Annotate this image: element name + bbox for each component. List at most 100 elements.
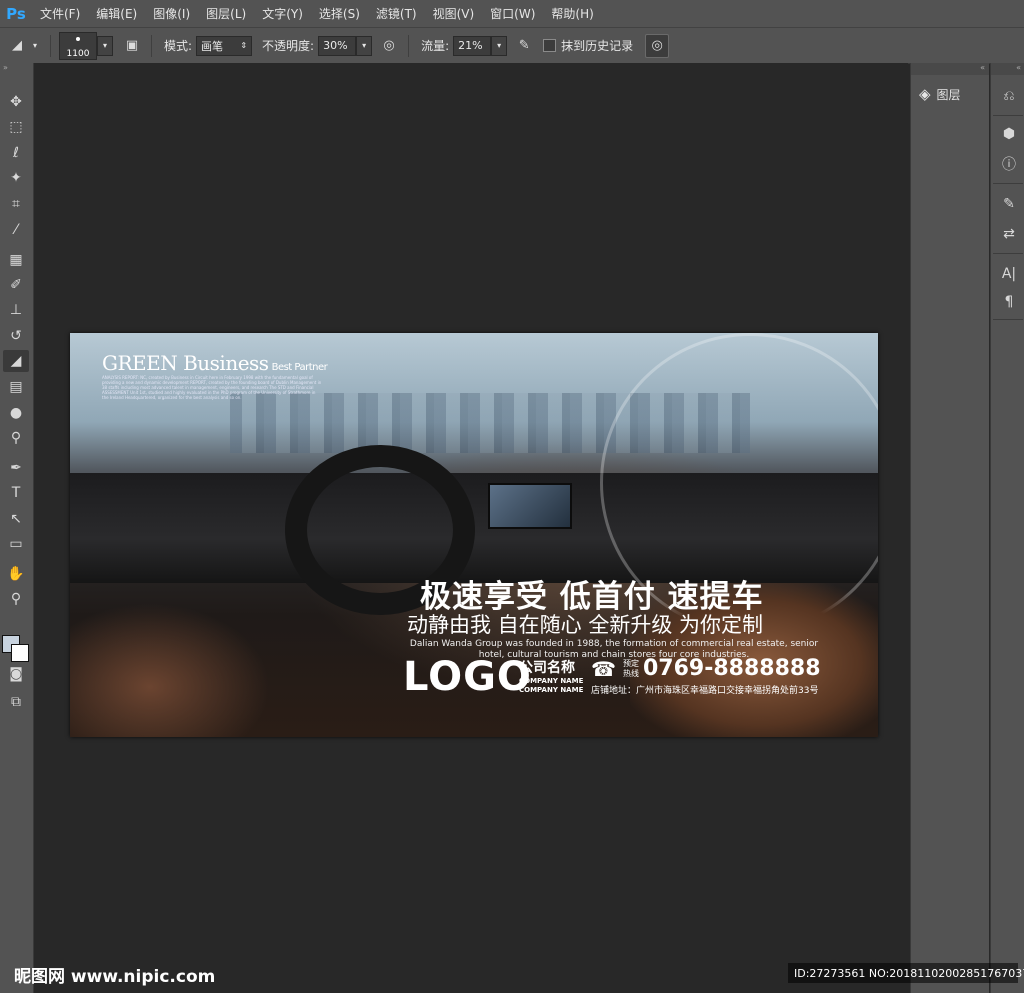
watermark-id: ID:27273561 NO:20181102002851767037 [788,963,1024,983]
menu-help[interactable]: 帮助(H) [543,5,601,22]
blur-tool-icon[interactable]: ● [3,402,29,424]
options-bar: ◢ ▾ 1100 ▾ ▣ 模式: 画笔 ⇕ 不透明度: 30% ▾ ◎ 流量: 2… [0,27,1024,64]
divider [151,34,152,57]
logo-text: LOGO [403,654,532,700]
hand-tool-icon[interactable]: ✋ [3,563,29,585]
divider [993,183,1023,184]
erase-to-history-label: 抹到历史记录 [561,39,634,53]
rectangle-tool-icon[interactable]: ▭ [3,533,29,555]
zoom-tool-icon[interactable]: ⚲ [3,588,29,610]
history-brush-tool-icon[interactable]: ↺ [3,325,29,347]
flow-dropdown-icon[interactable]: ▾ [491,35,508,56]
company-name: 公司名称 [519,660,575,676]
brand-subtitle: Best Partner [271,362,328,373]
divider [50,34,51,57]
brush-tool-icon[interactable]: ✐ [3,274,29,296]
history-panel-icon[interactable]: ⎌ [998,85,1020,107]
brand-title: GREEN Business Best Partner [102,351,328,375]
divider [993,253,1023,254]
panel-icons-dock: « ⎌ ⬢ ⓘ ✎ ⇄ A| ¶ [990,63,1024,993]
menu-filter[interactable]: 滤镜(T) [368,5,425,22]
path-selection-tool-icon[interactable]: ↖ [3,508,29,530]
company-name-en: COMPANY NAME [519,686,584,694]
brand-body-text: ANALYSIS REPORT: NC, created by Business… [102,375,322,400]
shop-address: 店铺地址：广州市海珠区幸福路口交接幸福拐角处前33号 [591,686,819,696]
pen-tool-icon[interactable]: ✒ [3,457,29,479]
eraser-tool-icon[interactable]: ◢ [3,350,29,372]
brush-size-value: 1100 [66,48,90,59]
menu-type[interactable]: 文字(Y) [254,5,311,22]
layers-tab-label: 图层 [936,87,961,102]
airbrush-icon[interactable]: ✎ [513,35,535,57]
brush-presets-icon[interactable]: ✎ [998,193,1020,215]
background-color-swatch[interactable] [11,644,29,662]
company-name-en: COMPANY NAME [519,677,584,685]
flow-label: 流量: [421,39,450,53]
brush-panel-icon[interactable]: ▣ [121,35,143,57]
collapse-icon[interactable]: » [0,63,33,75]
layers-panel-dock: « ◈ 图层 [910,63,989,993]
dodge-tool-icon[interactable]: ⚲ [3,427,29,449]
menu-view[interactable]: 视图(V) [425,5,483,22]
divider [993,319,1023,320]
adjustments-icon[interactable]: ⇄ [998,223,1020,245]
opacity-label: 不透明度: [262,39,315,53]
collapse-icon[interactable]: « [911,63,989,75]
phone-number: 0769-8888888 [643,656,821,681]
mode-label: 模式: [164,39,193,53]
divider [408,34,410,57]
crop-tool-icon[interactable]: ⌗ [3,193,29,215]
opacity-input[interactable]: 30% [318,35,357,56]
layers-icon: ◈ [919,85,931,103]
paragraph-panel-icon[interactable]: ¶ [998,291,1020,313]
info-panel-icon[interactable]: ⓘ [998,153,1020,175]
subheadline: 动静由我 自在随心 全新升级 为你定制 [407,613,764,637]
collapse-icon[interactable]: « [991,63,1024,75]
properties-panel-icon[interactable]: ⬢ [998,123,1020,145]
menu-image[interactable]: 图像(I) [145,5,198,22]
hotline-line: 热线 [623,669,639,678]
phone-icon: ☎ [591,657,616,681]
menu-window[interactable]: 窗口(W) [482,5,543,22]
move-tool-icon[interactable]: ✥ [3,91,29,113]
eraser-preset-icon[interactable]: ◢ [6,35,28,57]
erase-to-history-checkbox[interactable] [543,39,557,52]
eyedropper-tool-icon[interactable]: ⁄ [3,219,29,241]
lasso-tool-icon[interactable]: ℓ [3,142,29,164]
pressure-size-icon[interactable]: ◎ [645,33,670,58]
quick-mask-icon[interactable]: ◙ [3,663,29,685]
brush-size-preview[interactable]: 1100 [59,31,97,60]
magic-wand-tool-icon[interactable]: ✦ [3,167,29,189]
photoshop-logo: Ps [6,4,26,23]
mode-value: 画笔 [201,39,224,53]
marquee-tool-icon[interactable]: ⬚ [3,116,29,138]
brush-size-dropdown-icon[interactable]: ▾ [97,35,113,56]
divider [993,115,1023,116]
preset-dropdown-icon[interactable]: ▾ [28,37,42,55]
color-swatches[interactable] [2,631,32,665]
menu-select[interactable]: 选择(S) [311,5,368,22]
layers-tab[interactable]: ◈ 图层 [919,85,961,103]
brand-name: GREEN Business [102,351,269,375]
leather-seat-image [70,603,270,737]
tools-panel: » ✥ ⬚ ℓ ✦ ⌗ ⁄ ▦ ✐ ⊥ ↺ ◢ ▤ ● ⚲ ✒ T ↖ ▭ ✋ … [0,63,34,993]
menu-file[interactable]: 文件(F) [32,5,88,22]
type-tool-icon[interactable]: T [3,482,29,504]
character-panel-icon[interactable]: A| [998,263,1020,285]
menu-bar: Ps 文件(F) 编辑(E) 图像(I) 图层(L) 文字(Y) 选择(S) 滤… [0,0,1024,27]
gradient-tool-icon[interactable]: ▤ [3,376,29,398]
menu-layer[interactable]: 图层(L) [198,5,254,22]
menu-edit[interactable]: 编辑(E) [88,5,145,22]
flow-input[interactable]: 21% [453,35,492,56]
hotline-line: 预定 [623,659,639,668]
screen-mode-icon[interactable]: ⧉ [3,691,29,713]
mode-select[interactable]: 画笔 ⇕ [196,35,253,56]
car-display-image [488,483,572,529]
opacity-dropdown-icon[interactable]: ▾ [356,35,373,56]
document-canvas[interactable]: GREEN Business Best Partner ANALYSIS REPO… [70,333,878,737]
pressure-opacity-icon[interactable]: ◎ [378,35,400,57]
watermark-left: 昵图网 www.nipic.com [14,967,216,987]
stepper-icon: ⇕ [240,41,248,50]
clone-stamp-tool-icon[interactable]: ⊥ [3,299,29,321]
healing-brush-tool-icon[interactable]: ▦ [3,249,29,271]
